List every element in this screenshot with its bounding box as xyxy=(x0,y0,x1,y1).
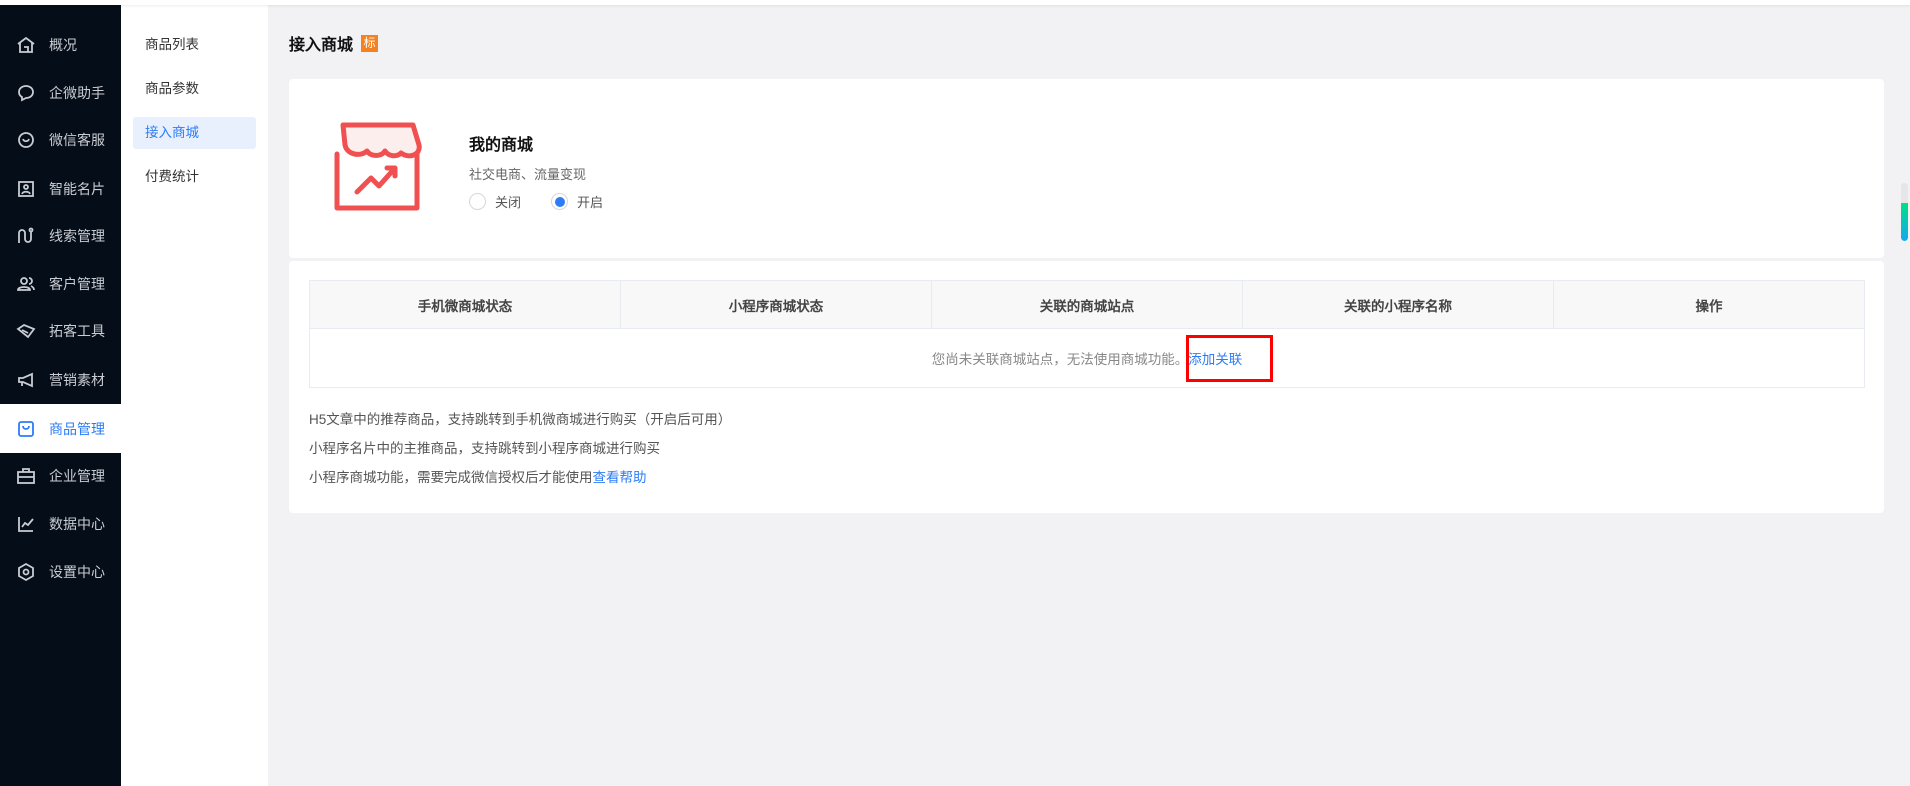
radio-off-label: 关闭 xyxy=(495,195,522,210)
megaphone-icon xyxy=(18,372,33,388)
chart-icon xyxy=(18,517,34,532)
settings-icon xyxy=(18,562,34,582)
home-icon xyxy=(17,36,35,53)
service-icon xyxy=(18,132,34,148)
empty-text: 您尚未关联商城站点，无法使用商城功能。 xyxy=(931,352,1189,367)
note-h5: H5文章中的推荐商品，支持跳转到手机微商城进行购买（开启后可用） xyxy=(309,412,732,427)
scroll-indicator[interactable] xyxy=(1901,183,1908,241)
sidebar-item-label: 线索管理 xyxy=(49,228,105,244)
sidebar-item-label: 商品管理 xyxy=(49,420,105,437)
sidebar-item-label: 概况 xyxy=(49,37,77,53)
sidebar-item-label: 微信客服 xyxy=(49,132,105,148)
sidebar-item-acquisition-tools[interactable]: 拓客工具 xyxy=(0,307,121,355)
mall-switch: 关闭 开启 xyxy=(469,192,633,211)
radio-circle-checked xyxy=(551,193,569,210)
sidebar-item-wecom-assistant[interactable]: 企微助手 xyxy=(0,69,121,117)
note-miniprogram: 小程序名片中的主推商品，支持跳转到小程序商城进行购买 xyxy=(309,441,660,456)
shop-subtitle: 社交电商、流量变现 xyxy=(469,167,587,182)
column-header: 关联的小程序名称 xyxy=(1242,280,1554,329)
bag-icon xyxy=(18,420,34,437)
sidebar-item-label: 企微助手 xyxy=(49,85,105,101)
chat-icon xyxy=(18,85,34,102)
sidebar-item-label: 智能名片 xyxy=(49,181,105,197)
sidebar-item-label: 数据中心 xyxy=(49,516,105,532)
radio-on[interactable]: 开启 xyxy=(551,192,603,211)
main-sidebar: 概况 企微助手 微信客服 智能名片 线索管理 客户管理 拓客工具 营销素材 商品… xyxy=(0,5,121,786)
my-mall-card: 我的商城 社交电商、流量变现 关闭 开启 xyxy=(289,79,1884,258)
scroll-thumb[interactable] xyxy=(1901,203,1908,241)
page-title: 接入商城 标 xyxy=(289,31,379,55)
page-title-text: 接入商城 xyxy=(289,37,354,54)
radio-on-label: 开启 xyxy=(577,195,604,210)
shop-icon xyxy=(334,122,422,211)
subnav-connect-mall[interactable]: 接入商城 xyxy=(133,117,256,149)
users-icon xyxy=(17,277,35,291)
sub-navigation: 商品列表 商品参数 接入商城 付费统计 xyxy=(121,5,268,786)
sidebar-item-leads[interactable]: 线索管理 xyxy=(0,212,121,260)
sidebar-item-enterprise[interactable]: 企业管理 xyxy=(0,452,121,500)
subnav-payment-stats[interactable]: 付费统计 xyxy=(133,161,256,193)
column-header: 关联的商城站点 xyxy=(931,280,1243,329)
sidebar-item-label: 企业管理 xyxy=(49,468,105,484)
card-icon xyxy=(18,181,34,197)
sidebar-item-marketing-materials[interactable]: 营销素材 xyxy=(0,356,121,404)
sidebar-item-data-center[interactable]: 数据中心 xyxy=(0,500,121,548)
subnav-product-params[interactable]: 商品参数 xyxy=(133,73,256,105)
help-link[interactable]: 查看帮助 xyxy=(593,470,647,485)
handshake-icon xyxy=(16,323,36,339)
shop-title: 我的商城 xyxy=(469,137,534,154)
column-header: 手机微商城状态 xyxy=(309,280,621,329)
sidebar-item-products[interactable]: 商品管理 xyxy=(0,404,121,453)
highlight-box xyxy=(1186,335,1273,382)
top-bar xyxy=(0,0,1910,5)
empty-cell: 您尚未关联商城站点，无法使用商城功能。添加关联 xyxy=(309,328,1865,388)
sidebar-item-label: 设置中心 xyxy=(49,564,105,580)
standard-badge: 标 xyxy=(361,34,379,52)
lead-icon xyxy=(18,227,34,243)
table-row: 您尚未关联商城站点，无法使用商城功能。添加关联 xyxy=(309,328,1865,388)
mall-link-table: 手机微商城状态 小程序商城状态 关联的商城站点 关联的小程序名称 操作 您尚未关… xyxy=(309,280,1865,388)
radio-circle xyxy=(469,193,486,210)
column-header: 小程序商城状态 xyxy=(620,280,932,329)
briefcase-icon xyxy=(17,468,35,484)
subnav-product-list[interactable]: 商品列表 xyxy=(133,29,256,61)
column-header: 操作 xyxy=(1553,280,1865,329)
sidebar-item-customers[interactable]: 客户管理 xyxy=(0,260,121,308)
sidebar-item-label: 营销素材 xyxy=(49,372,105,388)
sidebar-item-overview[interactable]: 概况 xyxy=(0,21,121,69)
sidebar-item-smart-card[interactable]: 智能名片 xyxy=(0,165,121,213)
note-authorization: 小程序商城功能，需要完成微信授权后才能使用查看帮助 xyxy=(309,466,647,486)
sidebar-item-label: 拓客工具 xyxy=(49,323,105,339)
note-text: 小程序商城功能，需要完成微信授权后才能使用 xyxy=(309,470,593,485)
sidebar-item-label: 客户管理 xyxy=(49,276,105,292)
sidebar-item-wechat-service[interactable]: 微信客服 xyxy=(0,116,121,164)
sidebar-item-settings[interactable]: 设置中心 xyxy=(0,548,121,596)
mall-link-card: 手机微商城状态 小程序商城状态 关联的商城站点 关联的小程序名称 操作 您尚未关… xyxy=(289,261,1884,513)
radio-off[interactable]: 关闭 xyxy=(469,192,521,211)
